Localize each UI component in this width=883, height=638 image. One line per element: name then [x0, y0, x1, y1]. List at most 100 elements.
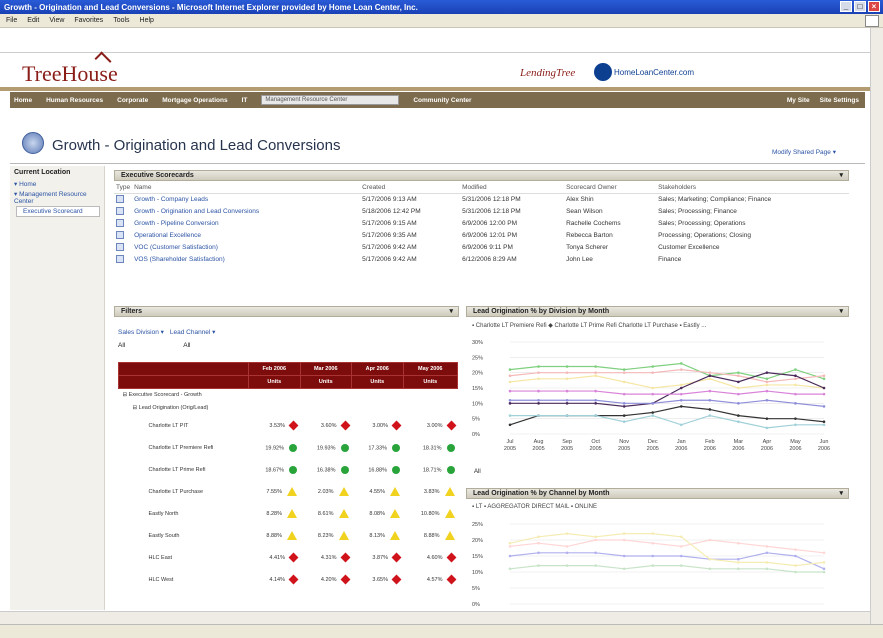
scorecard-name[interactable]: VOC (Customer Satisfaction) — [132, 241, 360, 253]
data-point[interactable] — [537, 535, 540, 539]
series-line[interactable] — [509, 539, 825, 554]
menu-file[interactable]: File — [6, 17, 17, 24]
data-point[interactable] — [708, 398, 712, 402]
data-point[interactable] — [679, 392, 683, 396]
data-point[interactable] — [765, 380, 769, 384]
grid-row[interactable]: HLC East 4.41% 4.31% 3.87% 4.60% — [119, 547, 458, 569]
data-point[interactable] — [679, 368, 683, 371]
nav-community-center[interactable]: Community Center — [413, 97, 471, 104]
data-point[interactable] — [822, 567, 826, 571]
data-point[interactable] — [594, 398, 597, 402]
data-point[interactable] — [651, 392, 655, 396]
data-point[interactable] — [651, 371, 655, 374]
data-point[interactable] — [737, 541, 740, 545]
webpart-menu-icon[interactable]: ▾ — [449, 307, 453, 316]
data-point[interactable] — [565, 371, 569, 374]
data-point[interactable] — [794, 570, 797, 574]
grid-cell[interactable]: 3.00% — [403, 415, 458, 437]
grid-cell[interactable]: 4.60% — [403, 547, 458, 569]
data-point[interactable] — [651, 365, 655, 368]
grid-row-label[interactable]: Charlotte LT PIT — [119, 415, 249, 437]
grid-cell[interactable]: 3.53% — [249, 415, 301, 437]
data-point[interactable] — [679, 545, 683, 548]
data-point[interactable] — [651, 532, 655, 535]
data-point[interactable] — [737, 371, 740, 374]
data-point[interactable] — [651, 411, 655, 414]
data-point[interactable] — [708, 389, 712, 393]
grid-row-label[interactable]: Eastly North — [119, 503, 249, 525]
data-point[interactable] — [822, 386, 826, 390]
grid-cell[interactable]: 4.14% — [249, 569, 301, 591]
series-line[interactable] — [510, 390, 824, 395]
data-point[interactable] — [794, 564, 797, 567]
data-point[interactable] — [651, 554, 655, 558]
data-point[interactable] — [622, 402, 626, 405]
data-point[interactable] — [737, 420, 740, 424]
data-point[interactable] — [737, 561, 740, 564]
data-point[interactable] — [508, 402, 512, 405]
data-point[interactable] — [508, 554, 512, 558]
data-point[interactable] — [565, 545, 569, 548]
data-point[interactable] — [679, 405, 683, 408]
data-point[interactable] — [794, 374, 797, 378]
data-point[interactable] — [651, 541, 655, 545]
data-point[interactable] — [765, 561, 769, 564]
table-row[interactable]: Growth - Origination and Lead Conversion… — [114, 205, 849, 217]
grid-row-label[interactable]: HLC East — [119, 547, 249, 569]
group-label[interactable]: ⊟ Executive Scorecard - Growth — [119, 389, 458, 402]
data-point[interactable] — [537, 402, 540, 405]
data-point[interactable] — [565, 377, 569, 381]
data-point[interactable] — [594, 374, 597, 378]
data-point[interactable] — [565, 551, 569, 555]
grid-cell[interactable]: 4.31% — [300, 547, 352, 569]
data-point[interactable] — [594, 551, 597, 555]
data-point[interactable] — [679, 398, 683, 402]
data-point[interactable] — [708, 377, 712, 381]
series-line[interactable] — [509, 552, 825, 570]
data-point[interactable] — [508, 380, 512, 384]
data-point[interactable] — [651, 402, 655, 405]
data-point[interactable] — [765, 389, 769, 393]
menu-help[interactable]: Help — [140, 17, 154, 24]
col-stakeholders[interactable]: Stakeholders — [656, 182, 849, 194]
leftnav-executive-scorecard[interactable]: Executive Scorecard — [16, 206, 100, 217]
grid-cell[interactable]: 4.57% — [403, 569, 458, 591]
data-point[interactable] — [679, 383, 683, 387]
data-point[interactable] — [508, 368, 512, 371]
data-point[interactable] — [708, 567, 712, 571]
series-line[interactable] — [510, 414, 824, 429]
grid-row-label[interactable]: Charlotte LT Premiere Refi — [119, 437, 249, 459]
menu-tools[interactable]: Tools — [113, 17, 129, 24]
leftnav-management-resource-center[interactable]: ▾ Management Resource Center — [10, 189, 104, 206]
grid-cell[interactable]: 3.60% — [300, 415, 352, 437]
data-point[interactable] — [622, 368, 626, 371]
data-point[interactable] — [794, 417, 797, 420]
data-point[interactable] — [622, 371, 626, 374]
leftnav-home[interactable]: ▾ Home — [10, 179, 104, 189]
scorecard-name[interactable]: Growth - Pipeline Conversion — [132, 217, 360, 229]
data-point[interactable] — [565, 414, 569, 417]
data-point[interactable] — [708, 538, 712, 542]
table-row[interactable]: Growth - Company Leads 5/17/2006 9:13 AM… — [114, 193, 849, 205]
close-icon[interactable]: × — [868, 1, 880, 12]
grid-cell[interactable]: 8.13% — [352, 525, 404, 547]
data-point[interactable] — [737, 414, 740, 417]
grid-cell[interactable]: 8.88% — [403, 525, 458, 547]
data-point[interactable] — [594, 365, 597, 368]
table-row[interactable]: VOS (Shareholder Satisfaction) 5/17/2006… — [114, 253, 849, 265]
data-point[interactable] — [537, 389, 540, 393]
data-point[interactable] — [622, 392, 626, 396]
grid-cell[interactable]: 18.67% — [249, 459, 301, 481]
grid-row-label[interactable]: Eastly South — [119, 525, 249, 547]
data-point[interactable] — [737, 386, 740, 390]
data-point[interactable] — [594, 389, 597, 393]
grid-row-label[interactable]: HLC West — [119, 569, 249, 591]
data-point[interactable] — [594, 402, 597, 405]
data-point[interactable] — [537, 371, 540, 374]
grid-row[interactable]: Charlotte LT Premiere Refi 19.92% 19.93% 17… — [119, 437, 458, 459]
data-point[interactable] — [794, 377, 797, 381]
data-point[interactable] — [822, 423, 826, 427]
scorecard-name[interactable]: Operational Excellence — [132, 229, 360, 241]
data-point[interactable] — [794, 423, 797, 427]
nav-mortgage-operations[interactable]: Mortgage Operations — [162, 97, 227, 104]
